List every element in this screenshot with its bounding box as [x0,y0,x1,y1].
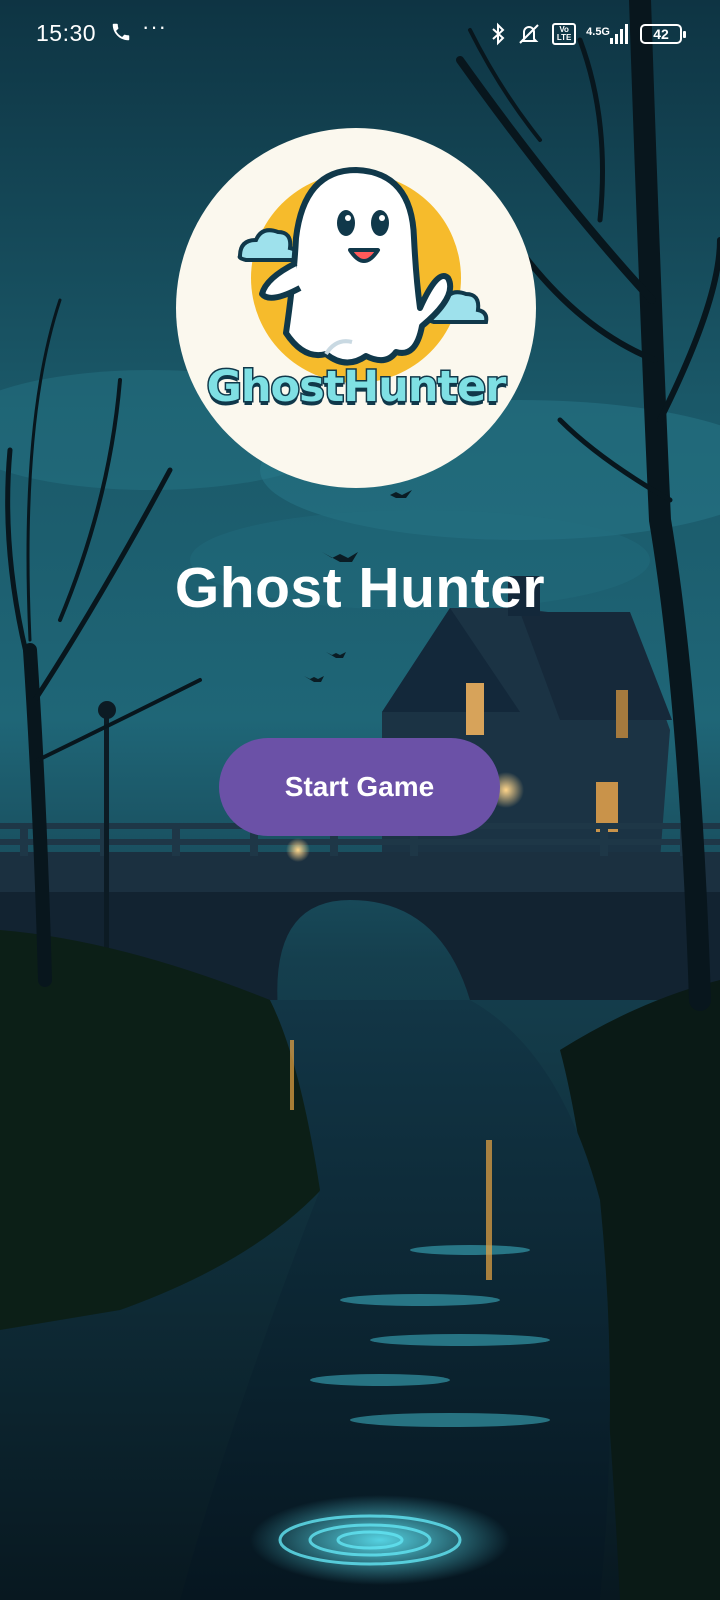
mute-icon [519,24,539,44]
logo-wordmark: GhostHunter [205,361,508,414]
network-type: 4.5G [586,26,610,38]
call-icon [112,23,130,41]
status-time: 15:30 [36,20,97,46]
battery-level: 42 [653,26,669,42]
bluetooth-icon [492,22,505,46]
start-game-label: Start Game [284,771,435,802]
page-title: Ghost Hunter [174,556,546,620]
signal-icon [610,24,628,44]
status-bar: 15:30 ··· Vo LTE 4.5G 42 [0,0,720,68]
volte-icon: Vo LTE [552,23,577,45]
ghost-icon [237,167,489,383]
app-logo: GhostHunter [176,128,536,488]
status-icons: Vo LTE 4.5G 42 [490,20,686,48]
battery-icon: 42 [640,24,686,44]
start-game-button[interactable]: Start Game [219,738,500,836]
more-dots-icon: ··· [142,14,167,39]
